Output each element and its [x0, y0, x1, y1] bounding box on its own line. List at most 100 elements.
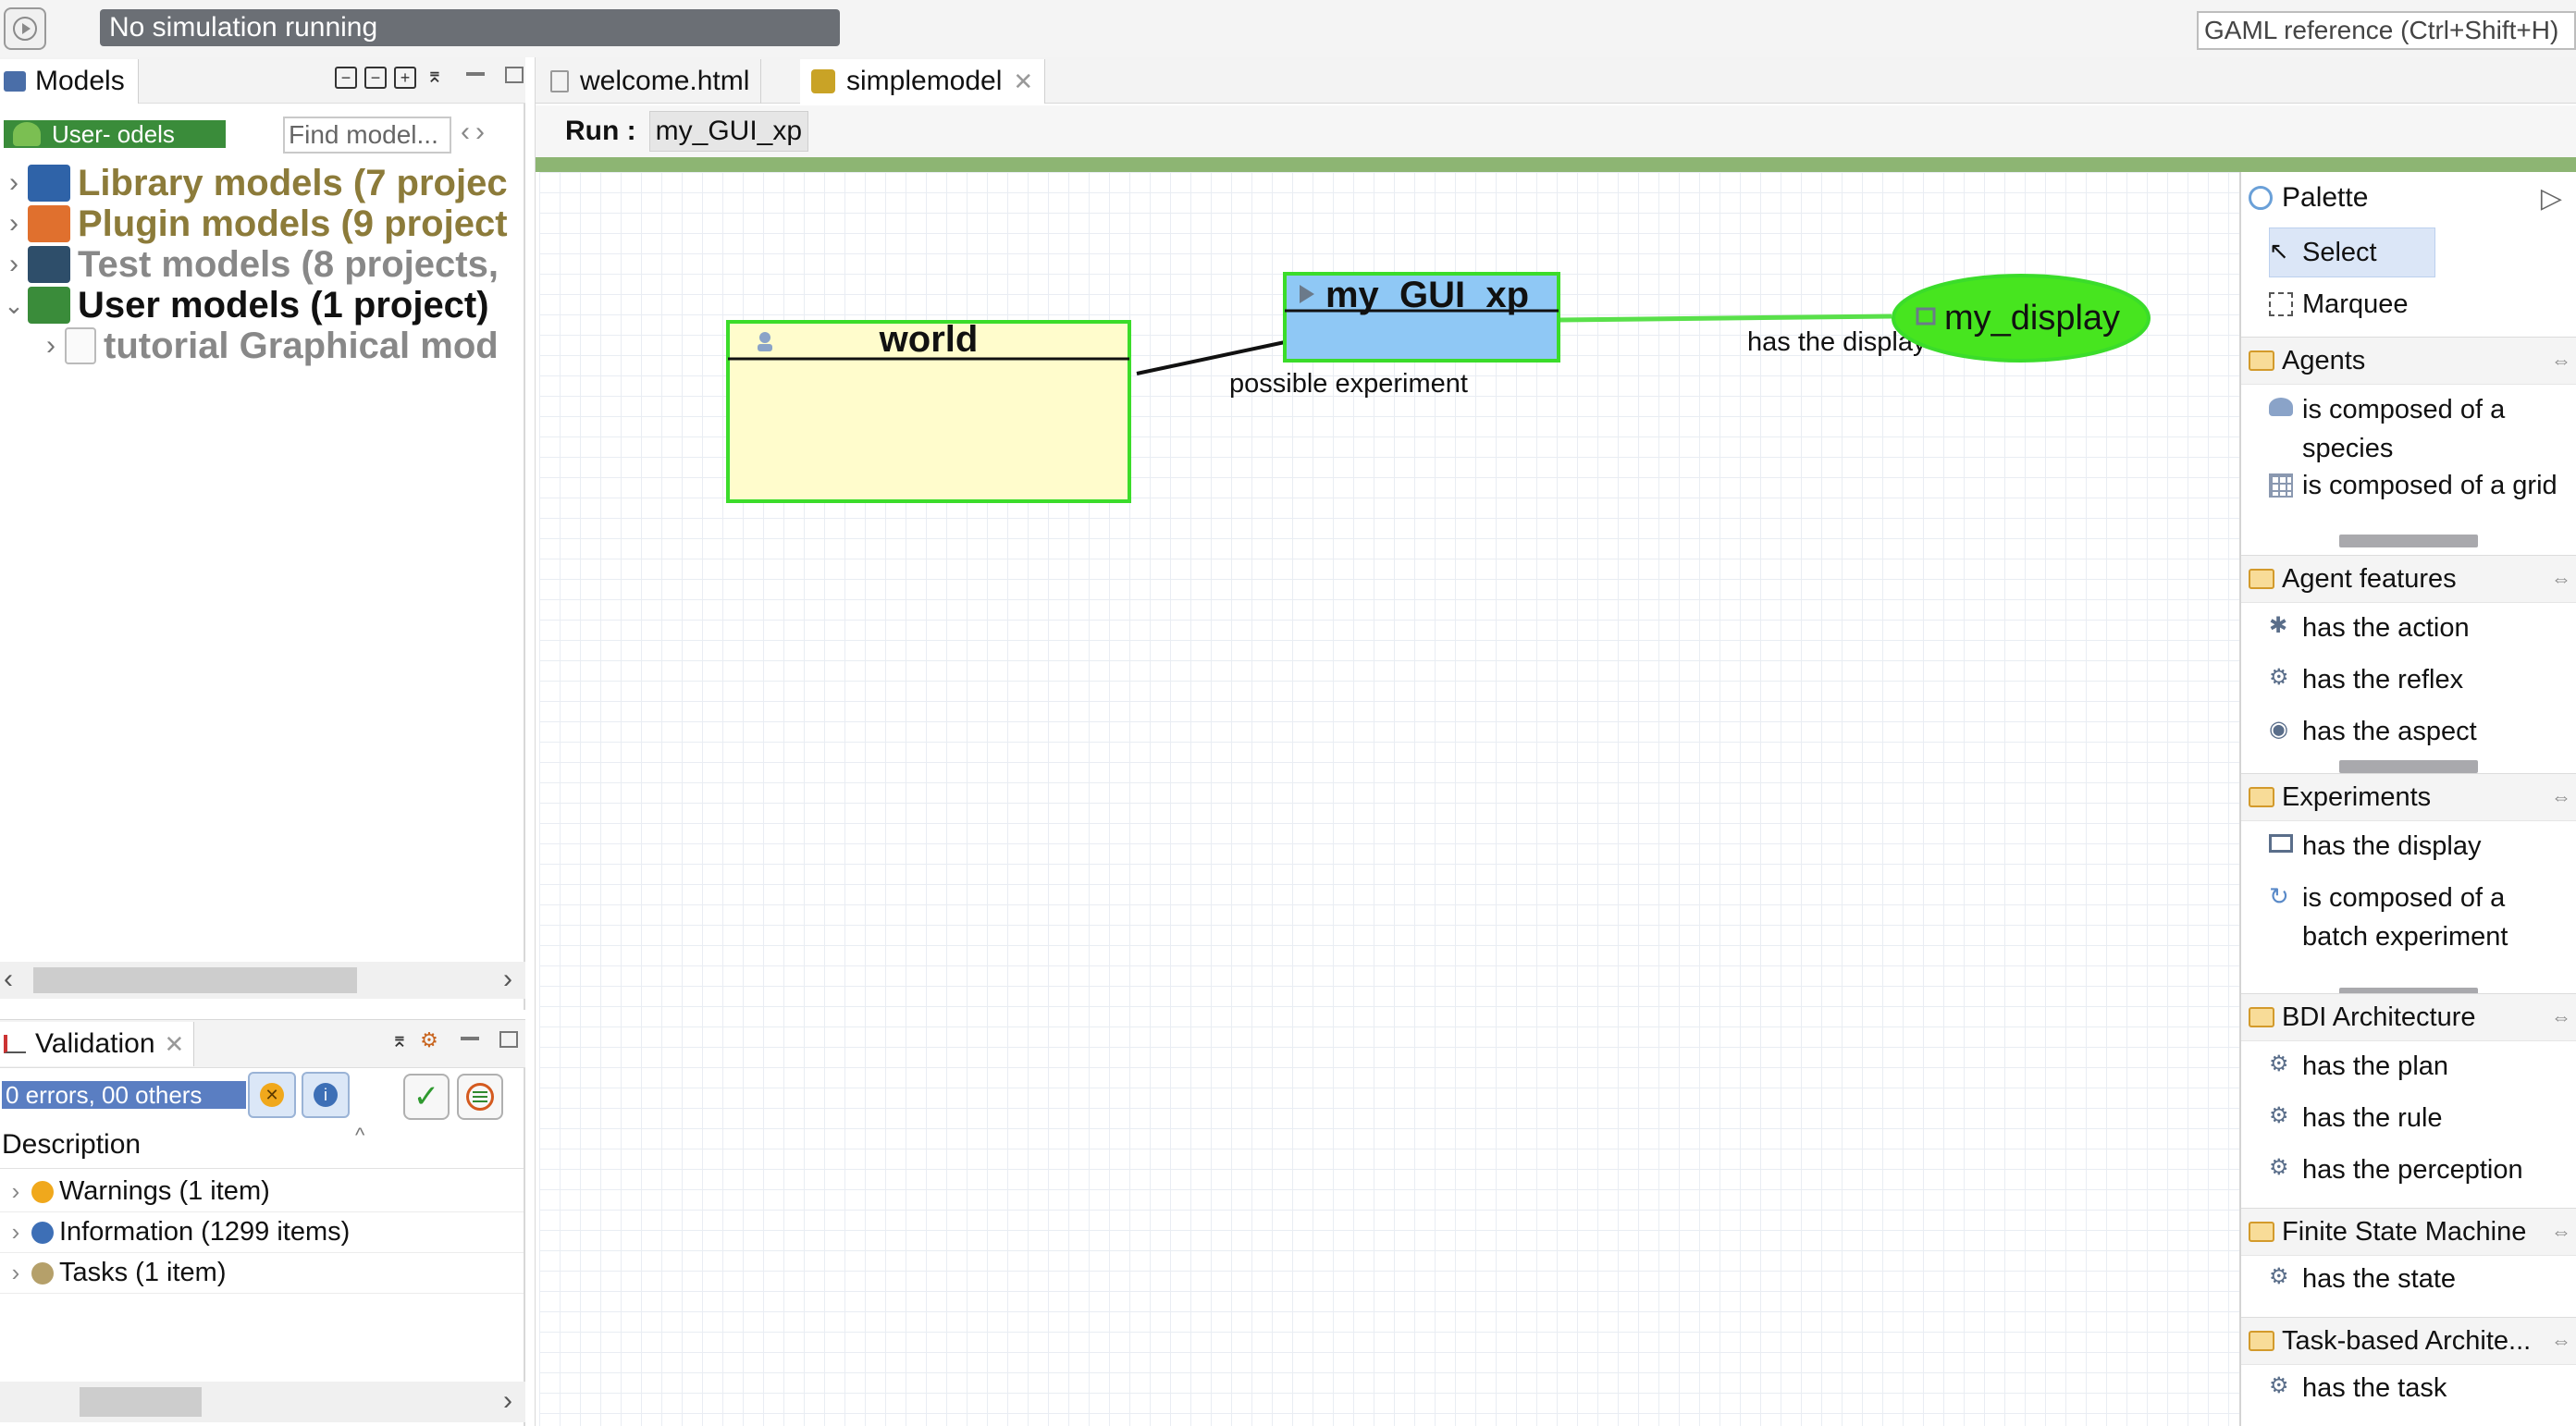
chevron-right-icon[interactable]: ▷	[2541, 182, 2562, 215]
description-column-header[interactable]: Description	[2, 1129, 141, 1161]
validation-horizontal-scrollbar[interactable]: ›	[0, 1382, 525, 1422]
chevron-right-icon[interactable]: ›	[0, 1259, 31, 1287]
tool-select[interactable]: ↖ Select	[2269, 233, 2574, 272]
diagram-canvas[interactable]: possible experiment has the display worl…	[539, 172, 2239, 1426]
gaml-reference-search[interactable]: GAML reference (Ctrl+Shift+H)	[2197, 11, 2576, 50]
reflex-icon: ⚙	[2269, 665, 2289, 690]
tab-validation[interactable]: Validation ✕	[0, 1022, 195, 1066]
palette-group-bdi[interactable]: BDI Architecture ⇔	[2241, 993, 2576, 1041]
node-my-gui-xp[interactable]: my_GUI_xp	[1283, 272, 1560, 363]
palette-item-batch-experiment[interactable]: ↻ is composed of a batch experiment	[2269, 879, 2574, 956]
more-items-indicator[interactable]	[2339, 535, 2478, 547]
pin-icon[interactable]: ⇔	[2551, 785, 2571, 809]
gear-icon: ⚙	[2269, 1373, 2289, 1398]
palette-item-state[interactable]: ⚙ has the state	[2269, 1260, 2574, 1298]
models-horizontal-scrollbar[interactable]: ‹ ›	[0, 962, 525, 999]
models-panel: Models − − + ⌆ User- odels Find model...…	[0, 57, 525, 1010]
minus-icon[interactable]: −	[364, 67, 387, 89]
tab-simplemodel[interactable]: simplemodel ✕	[800, 59, 1046, 104]
plus-icon[interactable]: +	[394, 67, 416, 89]
pin-icon[interactable]: ⇔	[2551, 1329, 2571, 1353]
palette-group-task-based[interactable]: Task-based Archite... ⇔	[2241, 1317, 2576, 1365]
models-filter-badge[interactable]: User- odels	[4, 120, 226, 148]
palette-item-aspect[interactable]: ◉ has the aspect	[2269, 712, 2574, 751]
node-world[interactable]: world	[726, 319, 1131, 503]
chevron-right-icon[interactable]: ›	[0, 167, 28, 199]
more-items-indicator[interactable]	[2339, 760, 2478, 773]
palette-item-rule[interactable]: ⚙ has the rule	[2269, 1099, 2574, 1137]
warnings-toggle-button[interactable]: ✕	[248, 1072, 296, 1118]
palette-group-agent-features[interactable]: Agent features ⇔	[2241, 555, 2576, 603]
scroll-right-icon[interactable]: ›	[503, 1385, 512, 1417]
scrollbar-thumb[interactable]	[80, 1387, 202, 1417]
folder-icon	[2249, 350, 2274, 371]
palette-item-plan[interactable]: ⚙ has the plan	[2269, 1047, 2574, 1086]
maximize-icon[interactable]	[505, 67, 524, 83]
minimize-icon[interactable]	[461, 1037, 479, 1040]
tree-item-user-models[interactable]: ⌄ User models (1 project)	[0, 285, 524, 326]
tool-marquee[interactable]: Marquee	[2269, 285, 2574, 324]
pin-icon[interactable]: ⇔	[2551, 567, 2571, 591]
sort-up-icon[interactable]: ^	[355, 1124, 364, 1148]
chevron-right-icon[interactable]: ›	[0, 1177, 31, 1206]
filter-icon[interactable]: ⌆	[388, 1030, 411, 1053]
minimize-icon[interactable]	[466, 72, 485, 76]
palette-group-agents[interactable]: Agents ⇔	[2241, 337, 2576, 385]
node-my-display[interactable]: my_display	[1892, 274, 2151, 363]
user-models-icon	[13, 122, 41, 146]
chevron-right-icon[interactable]: ›	[0, 1218, 31, 1247]
palette-item-task[interactable]: ⚙ has the task	[2269, 1369, 2574, 1408]
tree-item-tutorial[interactable]: › tutorial Graphical mod	[37, 326, 524, 366]
find-nav-arrows[interactable]: ‹›	[461, 117, 490, 148]
filter-icon[interactable]: ⌆	[424, 66, 446, 89]
list-view-button[interactable]	[457, 1074, 503, 1120]
tree-item-library-models[interactable]: › Library models (7 projec	[0, 163, 524, 203]
validation-row-tasks[interactable]: › Tasks (1 item)	[0, 1253, 524, 1294]
chevron-right-icon[interactable]: ›	[0, 249, 28, 280]
scroll-left-icon[interactable]: ‹	[4, 964, 13, 995]
tree-item-test-models[interactable]: › Test models (8 projects,	[0, 244, 524, 285]
info-icon: i	[314, 1083, 338, 1107]
config-icon[interactable]: ⚙	[418, 1030, 440, 1053]
palette-item-composed-species[interactable]: is composed of a species	[2269, 390, 2574, 468]
tab-welcome[interactable]: welcome.html	[539, 59, 762, 104]
validation-tabbar: Validation ✕ ⌆ ⚙	[0, 1020, 525, 1068]
palette-item-composed-grid[interactable]: is composed of a grid	[2269, 466, 2574, 505]
close-icon[interactable]: ✕	[1013, 68, 1033, 96]
collapse-all-icon[interactable]: −	[335, 67, 357, 89]
maximize-icon[interactable]	[499, 1031, 518, 1048]
close-icon[interactable]: ✕	[165, 1030, 185, 1059]
tree-item-label: Plugin models (9 project	[78, 203, 508, 244]
scrollbar-thumb[interactable]	[33, 967, 357, 993]
palette-item-reflex[interactable]: ⚙ has the reflex	[2269, 660, 2574, 699]
chevron-right-icon[interactable]: ›	[37, 330, 65, 362]
palette-item-action[interactable]: ✱ has the action	[2269, 609, 2574, 647]
pin-icon[interactable]: ⇔	[2551, 1220, 2571, 1244]
tool-select-label: Select	[2302, 238, 2377, 267]
pin-icon[interactable]: ⇔	[2551, 349, 2571, 373]
group-title: Agents	[2282, 345, 2366, 375]
run-simulation-button[interactable]	[4, 7, 46, 50]
palette-item-display[interactable]: has the display	[2269, 827, 2574, 866]
validate-button[interactable]: ✓	[403, 1074, 450, 1120]
find-model-input[interactable]: Find model...	[283, 117, 451, 154]
edge-has-display[interactable]	[1558, 313, 1892, 323]
palette-group-experiments[interactable]: Experiments ⇔	[2241, 773, 2576, 821]
cursor-icon: ↖	[2269, 237, 2289, 264]
run-experiment-selector[interactable]: my_GUI_xp	[648, 111, 809, 152]
chevron-right-icon[interactable]: ›	[0, 208, 28, 240]
scroll-right-icon[interactable]: ›	[503, 964, 512, 995]
info-toggle-button[interactable]: i	[302, 1072, 350, 1118]
validation-row-information[interactable]: › Information (1299 items)	[0, 1212, 524, 1253]
palette-group-fsm[interactable]: Finite State Machine ⇔	[2241, 1208, 2576, 1256]
diagram-svg[interactable]: possible experiment has the display worl…	[539, 172, 2239, 1426]
validation-row-warnings[interactable]: › Warnings (1 item)	[0, 1172, 524, 1212]
palette-item-perception[interactable]: ⚙ has the perception	[2269, 1150, 2574, 1189]
tree-item-label: tutorial Graphical mod	[104, 326, 499, 366]
tree-item-plugin-models[interactable]: › Plugin models (9 project	[0, 203, 524, 244]
chevron-down-icon[interactable]: ⌄	[0, 291, 28, 320]
tab-models[interactable]: Models	[0, 59, 139, 104]
palette-item-label: has the perception	[2302, 1155, 2523, 1185]
pin-icon[interactable]: ⇔	[2551, 1005, 2571, 1029]
warning-icon: ✕	[260, 1083, 284, 1107]
